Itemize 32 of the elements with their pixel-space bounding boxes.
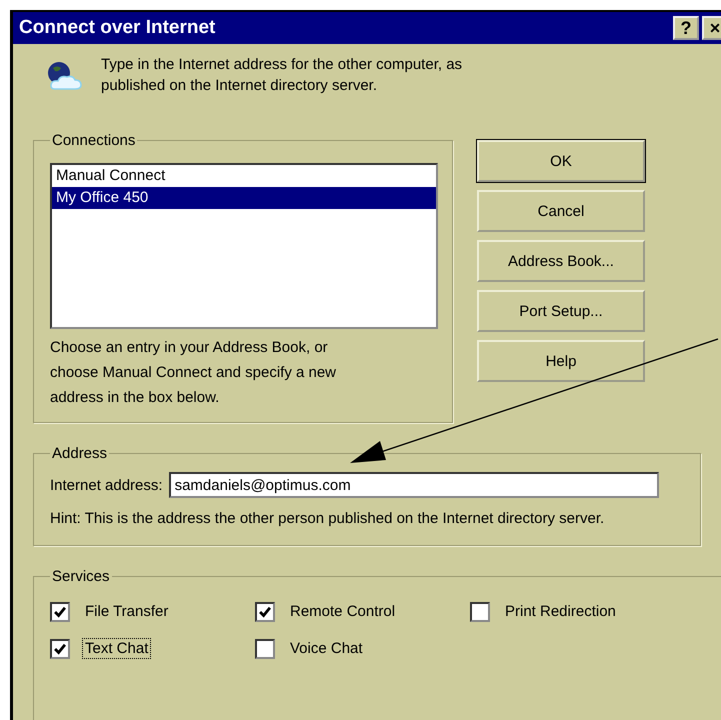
checkbox-label: File Transfer [84, 602, 170, 622]
checkbox-label: Text Chat [82, 638, 152, 659]
checkmark-icon [53, 604, 67, 618]
dialog-button[interactable]: Help [477, 340, 645, 382]
group-label: Address [51, 445, 108, 462]
connections-list[interactable]: Manual Connect My Office 450 [50, 163, 438, 329]
window-title: Connect over Internet [19, 17, 216, 39]
list-item[interactable]: Manual Connect [52, 165, 436, 187]
close-button[interactable]: × [702, 16, 721, 40]
address-field[interactable]: samdaniels@optimus.com [168, 472, 659, 498]
dialog-button[interactable]: Port Setup... [477, 290, 645, 332]
checkbox-label: Voice Chat [289, 639, 364, 659]
group-label: Connections [51, 132, 136, 149]
checkbox[interactable] [255, 638, 275, 658]
dialog-button[interactable]: OK [477, 140, 645, 182]
checkbox-label: Remote Control [289, 602, 396, 622]
instruction-text: Type in the Internet address for the other computer, as published on the Internet directory server. [101, 55, 464, 96]
checkbox[interactable] [470, 602, 490, 622]
dialog-button[interactable]: Cancel [477, 190, 645, 232]
help-text: Choose an entry in your Address Book, or choose Manual Connect and specify a new address in the box below. [50, 338, 338, 408]
checkmark-icon [258, 604, 272, 618]
dialog-button[interactable]: Address Book... [477, 240, 645, 282]
field-label: Internet address: [50, 476, 163, 494]
checkbox[interactable] [50, 638, 70, 658]
checkmark-icon [53, 642, 67, 656]
group-label: Services [51, 568, 111, 585]
checkbox[interactable] [50, 602, 70, 622]
help-button[interactable]: ? [673, 16, 699, 40]
checkbox[interactable] [255, 602, 275, 622]
hint-text: Hint: This is the address the other person published on the Internet directory server. [50, 509, 606, 529]
list-item[interactable]: My Office 450 [52, 187, 436, 209]
checkbox-label: Print Redirection [504, 602, 617, 622]
